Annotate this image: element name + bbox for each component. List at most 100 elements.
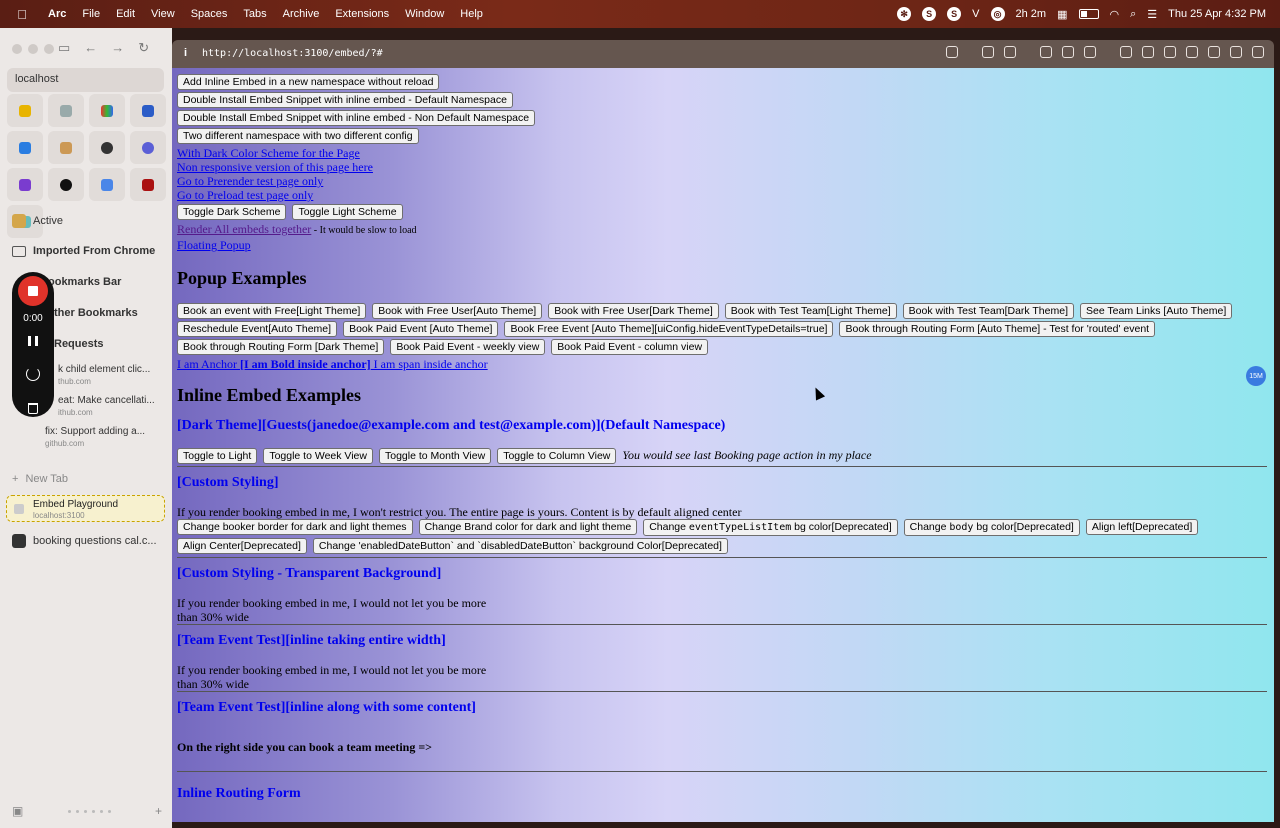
two-namespaces-button[interactable]: Two different namespace with two differe… bbox=[177, 128, 419, 144]
menu-extensions[interactable]: Extensions bbox=[327, 8, 397, 20]
double-install-default-button[interactable]: Double Install Embed Snippet with inline… bbox=[177, 92, 513, 108]
favorite-photos-icon[interactable] bbox=[89, 94, 125, 127]
sidebar-tab-1[interactable]: k child element clic... thub.com bbox=[58, 364, 150, 388]
reload-icon[interactable]: ↻ bbox=[138, 40, 149, 56]
v-icon[interactable]: V bbox=[972, 8, 979, 20]
anchor-link[interactable]: I am Anchor [I am Bold inside anchor] I … bbox=[177, 357, 488, 371]
sidebar-toggle-icon[interactable]: ▭ bbox=[58, 40, 70, 56]
see-team-links-button[interactable]: See Team Links [Auto Theme] bbox=[1080, 303, 1233, 319]
book-free-event-hide-details-button[interactable]: Book Free Event [Auto Theme][uiConfig.hi… bbox=[504, 321, 834, 337]
menu-archive[interactable]: Archive bbox=[275, 8, 328, 20]
team-entire-width-heading-link[interactable]: [Team Event Test][inline taking entire w… bbox=[177, 633, 446, 648]
skype-icon[interactable]: S bbox=[922, 7, 937, 21]
reschedule-event-button[interactable]: Reschedule Event[Auto Theme] bbox=[177, 321, 338, 337]
sidebar-item-active[interactable]: Active bbox=[12, 214, 63, 228]
wifi-icon[interactable]: ◠ bbox=[1110, 8, 1120, 21]
sidebar-tab-2[interactable]: eat: Make cancellati... ithub.com bbox=[58, 395, 155, 419]
new-tab-button[interactable]: + New Tab bbox=[12, 473, 68, 485]
sidebar-address-bar[interactable]: localhost bbox=[7, 68, 164, 92]
routing-form-auto-button[interactable]: Book through Routing Form [Auto Theme] -… bbox=[839, 321, 1156, 337]
profile-extension-icon[interactable] bbox=[1230, 46, 1242, 58]
sidebar-item-bookmarks-bar[interactable]: ookmarks Bar bbox=[48, 276, 121, 288]
favorite-game-icon[interactable] bbox=[48, 131, 84, 164]
toggle-dark-scheme-button[interactable]: Toggle Dark Scheme bbox=[177, 204, 287, 220]
datetime-text[interactable]: Thu 25 Apr 4:32 PM bbox=[1168, 8, 1266, 20]
archive-icon[interactable]: ▣ bbox=[12, 804, 23, 818]
align-left-button[interactable]: Align left[Deprecated] bbox=[1085, 519, 1199, 535]
menu-file[interactable]: File bbox=[74, 8, 108, 20]
grey-extension-icon[interactable] bbox=[1164, 46, 1176, 58]
toggle-column-view-button[interactable]: Toggle to Column View bbox=[497, 448, 617, 464]
paid-event-weekly-button[interactable]: Book Paid Event - weekly view bbox=[390, 339, 546, 355]
target-icon[interactable]: ◎ bbox=[990, 7, 1005, 21]
double-install-non-default-button[interactable]: Double Install Embed Snippet with inline… bbox=[177, 110, 536, 126]
calendar-icon[interactable]: ▦ bbox=[1057, 8, 1067, 21]
menu-tabs[interactable]: Tabs bbox=[235, 8, 274, 20]
book-test-team-light-button[interactable]: Book with Test Team[Light Theme] bbox=[724, 303, 897, 319]
toggle-light-scheme-button[interactable]: Toggle Light Scheme bbox=[292, 204, 403, 220]
search-icon[interactable]: ⌕ bbox=[1130, 8, 1136, 21]
change-brand-color-button[interactable]: Change Brand color for dark and light th… bbox=[418, 519, 638, 535]
favorite-settings-icon[interactable] bbox=[48, 94, 84, 127]
close-window-button[interactable] bbox=[12, 44, 22, 54]
url-text[interactable]: http://localhost:3100/embed/?# bbox=[202, 48, 383, 59]
menu-window[interactable]: Window bbox=[397, 8, 452, 20]
sidebar-tab-embed-playground[interactable]: Embed Playground localhost:3100 bbox=[6, 495, 165, 522]
custom-styling-heading-link[interactable]: [Custom Styling] bbox=[177, 475, 279, 490]
change-event-type-bg-button[interactable]: Change eventTypeListItem bg color[Deprec… bbox=[643, 519, 898, 536]
book-paid-event-button[interactable]: Book Paid Event [Auto Theme] bbox=[343, 321, 499, 337]
forward-icon[interactable]: → bbox=[111, 40, 124, 56]
gear-icon[interactable]: ✻ bbox=[897, 7, 912, 21]
add-space-icon[interactable]: + bbox=[155, 804, 162, 818]
favorite-analytics-icon[interactable] bbox=[7, 94, 43, 127]
align-center-button[interactable]: Align Center[Deprecated] bbox=[177, 538, 307, 554]
sidebar-item-other-bookmarks[interactable]: ther Bookmarks bbox=[54, 307, 138, 319]
favorite-purple-icon[interactable] bbox=[7, 168, 43, 201]
device-icon[interactable] bbox=[1040, 46, 1052, 58]
back-icon[interactable]: ← bbox=[84, 40, 97, 56]
team-with-content-heading-link[interactable]: [Team Event Test][inline along with some… bbox=[177, 700, 476, 715]
routing-form-dark-button[interactable]: Book through Routing Form [Dark Theme] bbox=[177, 339, 385, 355]
change-date-button-bg-button[interactable]: Change 'enabledDateButton` and `disabled… bbox=[312, 538, 728, 554]
render-all-link[interactable]: Render All embeds together bbox=[177, 222, 311, 236]
color-extension-icon[interactable] bbox=[1208, 46, 1220, 58]
globe-icon[interactable] bbox=[1062, 46, 1074, 58]
favorite-github-icon[interactable] bbox=[89, 131, 125, 164]
camera-icon[interactable] bbox=[1004, 46, 1016, 58]
change-booker-border-button[interactable]: Change booker border for dark and light … bbox=[177, 519, 413, 535]
space-switcher[interactable] bbox=[67, 809, 111, 813]
menu-spaces[interactable]: Spaces bbox=[183, 8, 236, 20]
favorite-triangle-icon[interactable] bbox=[48, 168, 84, 201]
shield-extension-icon[interactable] bbox=[1186, 46, 1198, 58]
toggle-to-light-button[interactable]: Toggle to Light bbox=[177, 448, 258, 464]
prerender-link[interactable]: Go to Prerender test page only bbox=[177, 174, 323, 188]
dark-theme-heading-link[interactable]: [Dark Theme][Guests(janedoe@example.com … bbox=[177, 418, 725, 433]
control-center-icon[interactable]: ☰ bbox=[1147, 8, 1157, 21]
site-info-icon[interactable]: i bbox=[184, 47, 187, 59]
inline-routing-form-heading-link[interactable]: Inline Routing Form bbox=[177, 786, 301, 801]
link-icon[interactable] bbox=[946, 46, 958, 58]
timer-badge[interactable]: 15M bbox=[1246, 366, 1266, 386]
book-free-user-auto-button[interactable]: Book with Free User[Auto Theme] bbox=[372, 303, 543, 319]
sidebar-item-requests[interactable]: Requests bbox=[54, 338, 104, 350]
non-responsive-link[interactable]: Non responsive version of this page here bbox=[177, 160, 373, 174]
favorite-red-icon[interactable] bbox=[130, 168, 166, 201]
pause-icon[interactable] bbox=[28, 336, 38, 346]
paid-event-column-button[interactable]: Book Paid Event - column view bbox=[551, 339, 709, 355]
change-body-bg-button[interactable]: Change body bg color[Deprecated] bbox=[903, 519, 1080, 536]
trash-icon[interactable] bbox=[28, 403, 38, 414]
skype-alt-icon[interactable]: S bbox=[947, 7, 962, 21]
favorite-app-icon[interactable] bbox=[130, 94, 166, 127]
favorite-calendar-icon[interactable] bbox=[89, 168, 125, 201]
sidebar-tab-3[interactable]: fix: Support adding a... github.com bbox=[45, 426, 145, 450]
battery-icon[interactable] bbox=[1078, 9, 1099, 19]
timer-text[interactable]: 2h 2m bbox=[1016, 8, 1047, 20]
screenshot-icon[interactable] bbox=[982, 46, 994, 58]
apple-icon[interactable]:  bbox=[12, 7, 32, 22]
toggle-month-view-button[interactable]: Toggle to Month View bbox=[378, 448, 492, 464]
favorite-browser-icon[interactable] bbox=[7, 131, 43, 164]
menu-edit[interactable]: Edit bbox=[108, 8, 143, 20]
book-free-light-button[interactable]: Book an event with Free[Light Theme] bbox=[177, 303, 367, 319]
toggle-week-view-button[interactable]: Toggle to Week View bbox=[263, 448, 373, 464]
floating-popup-link[interactable]: Floating Popup bbox=[177, 238, 251, 252]
